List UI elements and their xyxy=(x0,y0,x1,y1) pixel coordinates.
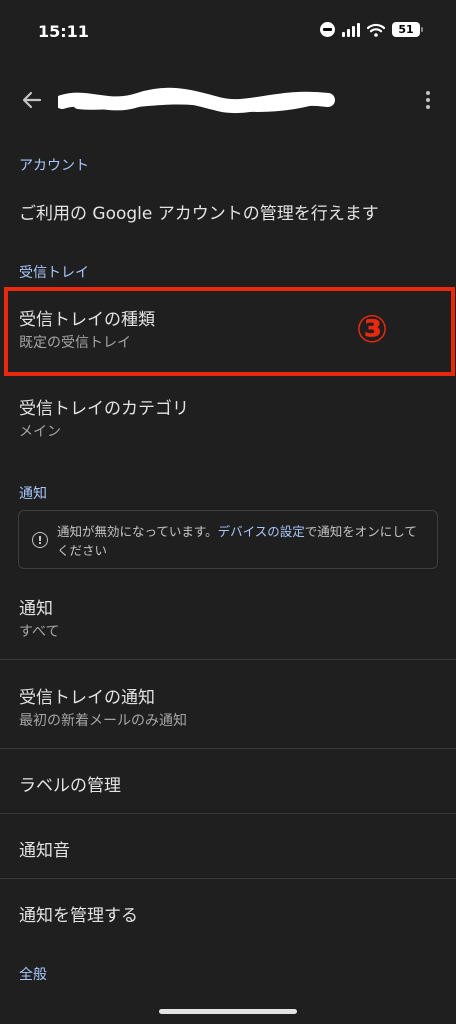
inbox-notification-title[interactable]: 受信トレイの通知 xyxy=(19,683,155,708)
more-options-icon[interactable] xyxy=(420,88,436,112)
notification-setting-title[interactable]: 通知 xyxy=(19,594,53,619)
inbox-notification-value: 最初の新着メールのみ通知 xyxy=(19,713,187,729)
cellular-signal-icon xyxy=(342,22,360,37)
manage-notifications-item[interactable]: 通知を管理する xyxy=(19,901,138,926)
home-indicator[interactable] xyxy=(159,1009,297,1014)
banner-text: 通知が無効になっています。デバイスの設定で通知をオンにしてください xyxy=(57,524,417,558)
inbox-category-value: メイン xyxy=(19,424,61,440)
notification-setting-value: すべて xyxy=(19,624,60,640)
divider xyxy=(0,659,456,660)
back-arrow-icon[interactable] xyxy=(20,88,44,112)
section-header-notification: 通知 xyxy=(19,486,47,502)
app-bar xyxy=(0,72,456,128)
notifications-disabled-banner: 通知が無効になっています。デバイスの設定で通知をオンにしてください xyxy=(18,510,438,569)
battery-icon: 51 xyxy=(392,22,423,37)
status-time: 15:11 xyxy=(38,22,89,41)
battery-level: 51 xyxy=(398,23,414,36)
notification-sound-item[interactable]: 通知音 xyxy=(19,836,70,861)
manage-labels-item[interactable]: ラベルの管理 xyxy=(19,771,121,796)
redacted-account-email xyxy=(55,86,338,116)
settings-screen: 15:11 51 アカウント ご利用の Google アカウントの管理を行えます… xyxy=(0,0,456,1024)
section-header-inbox: 受信トレイ xyxy=(19,265,89,281)
annotation-number-badge: ③ xyxy=(356,307,389,351)
divider xyxy=(0,878,456,879)
divider xyxy=(0,813,456,814)
wifi-icon xyxy=(367,23,385,37)
section-header-account: アカウント xyxy=(19,158,89,174)
do-not-disturb-icon xyxy=(320,22,335,37)
device-settings-link[interactable]: デバイスの設定 xyxy=(218,524,305,539)
inbox-category-title[interactable]: 受信トレイのカテゴリ xyxy=(19,394,189,419)
divider xyxy=(0,748,456,749)
section-header-general: 全般 xyxy=(19,967,47,983)
manage-google-account-item[interactable]: ご利用の Google アカウントの管理を行えます xyxy=(19,199,379,224)
info-icon xyxy=(32,532,48,548)
status-bar: 15:11 51 xyxy=(0,0,456,64)
status-icons: 51 xyxy=(320,22,423,37)
